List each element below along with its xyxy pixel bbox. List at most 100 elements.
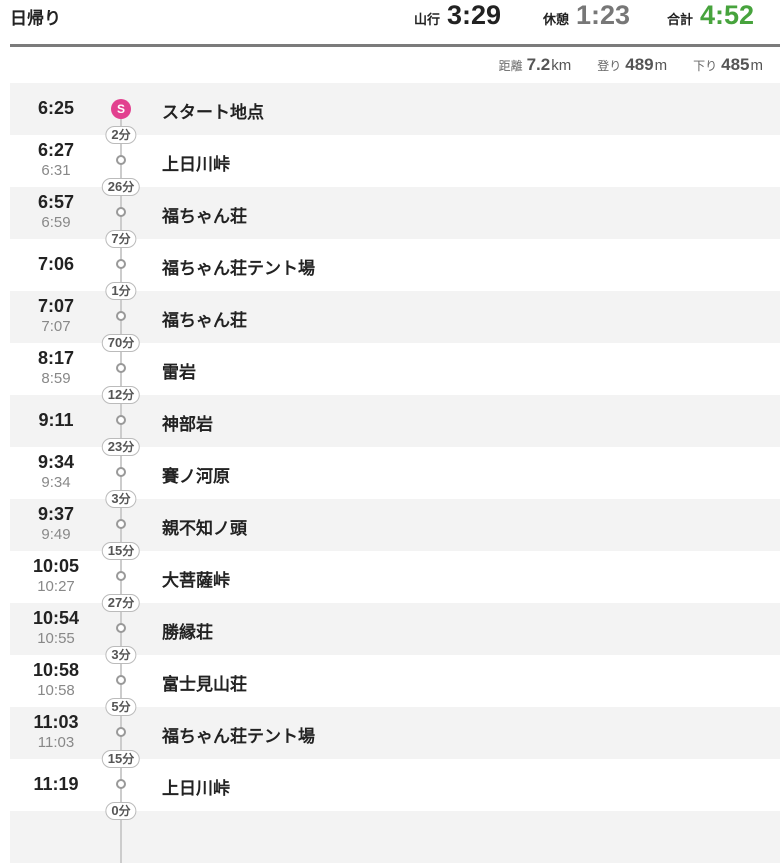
waypoint-name: 富士見山荘 (162, 675, 247, 695)
hike-time-label: 山行 (414, 13, 441, 28)
waypoint-times: 6:25 (10, 98, 102, 119)
arrival-time: 6:27 (37, 140, 75, 160)
segment-duration-badge: 15分 (101, 542, 141, 560)
arrival-time: 9:11 (38, 410, 74, 430)
waypoint-node-icon (116, 155, 126, 165)
segment-duration-unit: 分 (122, 336, 135, 350)
ascent-stat: 登り 489 m (597, 55, 667, 75)
waypoint-node-icon (116, 571, 126, 581)
segment-duration-value: 70 (107, 335, 123, 350)
waypoint-node-icon (116, 623, 126, 633)
segment-duration-unit: 分 (118, 700, 131, 714)
waypoint-times: 8:17 8:59 (10, 348, 102, 389)
distance-label: 距離 (498, 59, 523, 73)
waypoint-times: 6:27 6:31 (10, 140, 102, 181)
waypoint-node-icon (116, 311, 126, 321)
trip-type-title: 日帰り (10, 9, 61, 29)
segment-duration-value: 15 (107, 543, 123, 558)
waypoint-name: 勝縁荘 (162, 623, 213, 643)
segment-duration-badge: 15分 (101, 750, 141, 768)
departure-time: 10:58 (37, 682, 75, 699)
segment-duration-badge: 26分 (101, 178, 141, 196)
segment-duration-unit: 分 (118, 648, 131, 662)
waypoint-node-icon (116, 467, 126, 477)
segment-duration-unit: 分 (118, 128, 131, 142)
departure-time: 6:59 (41, 214, 71, 231)
waypoint-name: 福ちゃん荘 (162, 207, 247, 227)
waypoint-node-icon (116, 779, 126, 789)
segment-duration-unit: 分 (118, 232, 131, 246)
departure-time: 9:49 (41, 526, 71, 543)
waypoint-node-icon (116, 415, 126, 425)
arrival-time: 7:06 (37, 254, 75, 274)
hike-time-value: 3:29 (447, 0, 502, 30)
distance-value: 7.2 (526, 55, 551, 74)
descent-stat: 下り 485 m (693, 55, 763, 75)
arrival-time: 9:37 (37, 504, 75, 524)
waypoint-times: 10:58 10:58 (10, 660, 102, 701)
segment-duration-badge: 12分 (101, 386, 141, 404)
waypoint-times: 11:03 11:03 (10, 712, 102, 753)
departure-time: 10:27 (37, 578, 75, 595)
course-header: 日帰り 山行 3:29 休憩 1:23 合計 4:52 (0, 0, 780, 47)
arrival-time: 6:57 (37, 192, 75, 212)
rest-time-label: 休憩 (543, 13, 570, 28)
header-divider (10, 44, 780, 47)
segment-duration-value: 27 (107, 595, 123, 610)
waypoint-name: スタート地点 (162, 103, 264, 123)
waypoint-node-icon (116, 727, 126, 737)
segment-duration-unit: 分 (118, 804, 131, 818)
hike-time-stat: 山行 3:29 (414, 0, 501, 30)
waypoint-name: 上日川峠 (162, 155, 230, 175)
descent-label: 下り (693, 59, 718, 73)
departure-time: 7:07 (41, 318, 71, 335)
waypoint-node-icon (116, 207, 126, 217)
segment-duration-badge: 3分 (105, 490, 137, 508)
arrival-time: 11:19 (33, 774, 79, 794)
segment-duration-unit: 分 (122, 440, 135, 454)
segment-duration-badge: 23分 (101, 438, 141, 456)
segment-duration-badge: 27分 (101, 594, 141, 612)
waypoint-times: 10:54 10:55 (10, 608, 102, 649)
segment-duration-badge: 0分 (105, 802, 137, 820)
arrival-time: 11:03 (33, 712, 79, 732)
waypoint-times: 9:11 (10, 410, 102, 431)
arrival-time: 6:25 (37, 98, 75, 118)
segment-duration-unit: 分 (118, 284, 131, 298)
departure-time: 10:55 (37, 630, 75, 647)
segment-duration-unit: 分 (122, 180, 135, 194)
departure-time: 9:34 (41, 474, 71, 491)
waypoint-name: 大菩薩峠 (162, 571, 230, 591)
distance-unit: km (551, 57, 572, 74)
waypoint-name: 上日川峠 (162, 779, 230, 799)
total-time-value: 4:52 (700, 0, 755, 30)
waypoint-times: 7:07 7:07 (10, 296, 102, 337)
distance-stat: 距離 7.2 km (499, 55, 572, 75)
waypoint-name: 福ちゃん荘 (162, 311, 247, 331)
segment-duration-badge: 5分 (105, 698, 137, 716)
segment-duration-unit: 分 (122, 388, 135, 402)
waypoint-name: 福ちゃん荘テント場 (162, 259, 315, 279)
segment-duration-unit: 分 (118, 492, 131, 506)
course-summary: 距離 7.2 km 登り 489 m 下り 485 m (473, 55, 763, 75)
departure-time: 8:59 (41, 370, 71, 387)
segment-duration-unit: 分 (122, 596, 135, 610)
waypoint-name: 親不知ノ頭 (162, 519, 247, 539)
departure-time: 6:31 (41, 162, 71, 179)
rest-time-value: 1:23 (576, 0, 631, 30)
waypoint-times: 9:34 9:34 (10, 452, 102, 493)
arrival-time: 9:34 (37, 452, 75, 472)
segment-duration-value: 12 (107, 387, 123, 402)
waypoint-node-icon (116, 675, 126, 685)
arrival-time: 10:58 (32, 660, 80, 680)
waypoint-times: 9:37 9:49 (10, 504, 102, 545)
start-marker-icon: S (111, 99, 131, 119)
segment-duration-unit: 分 (122, 752, 135, 766)
waypoint-name: 神部岩 (162, 415, 213, 435)
waypoint-name: 賽ノ河原 (162, 467, 230, 487)
waypoint-times: 11:19 (10, 774, 102, 795)
segment-duration-badge: 7分 (105, 230, 137, 248)
segment-duration-badge: 3分 (105, 646, 137, 664)
segment-duration-badge: 2分 (105, 126, 137, 144)
arrival-time: 10:05 (32, 556, 80, 576)
